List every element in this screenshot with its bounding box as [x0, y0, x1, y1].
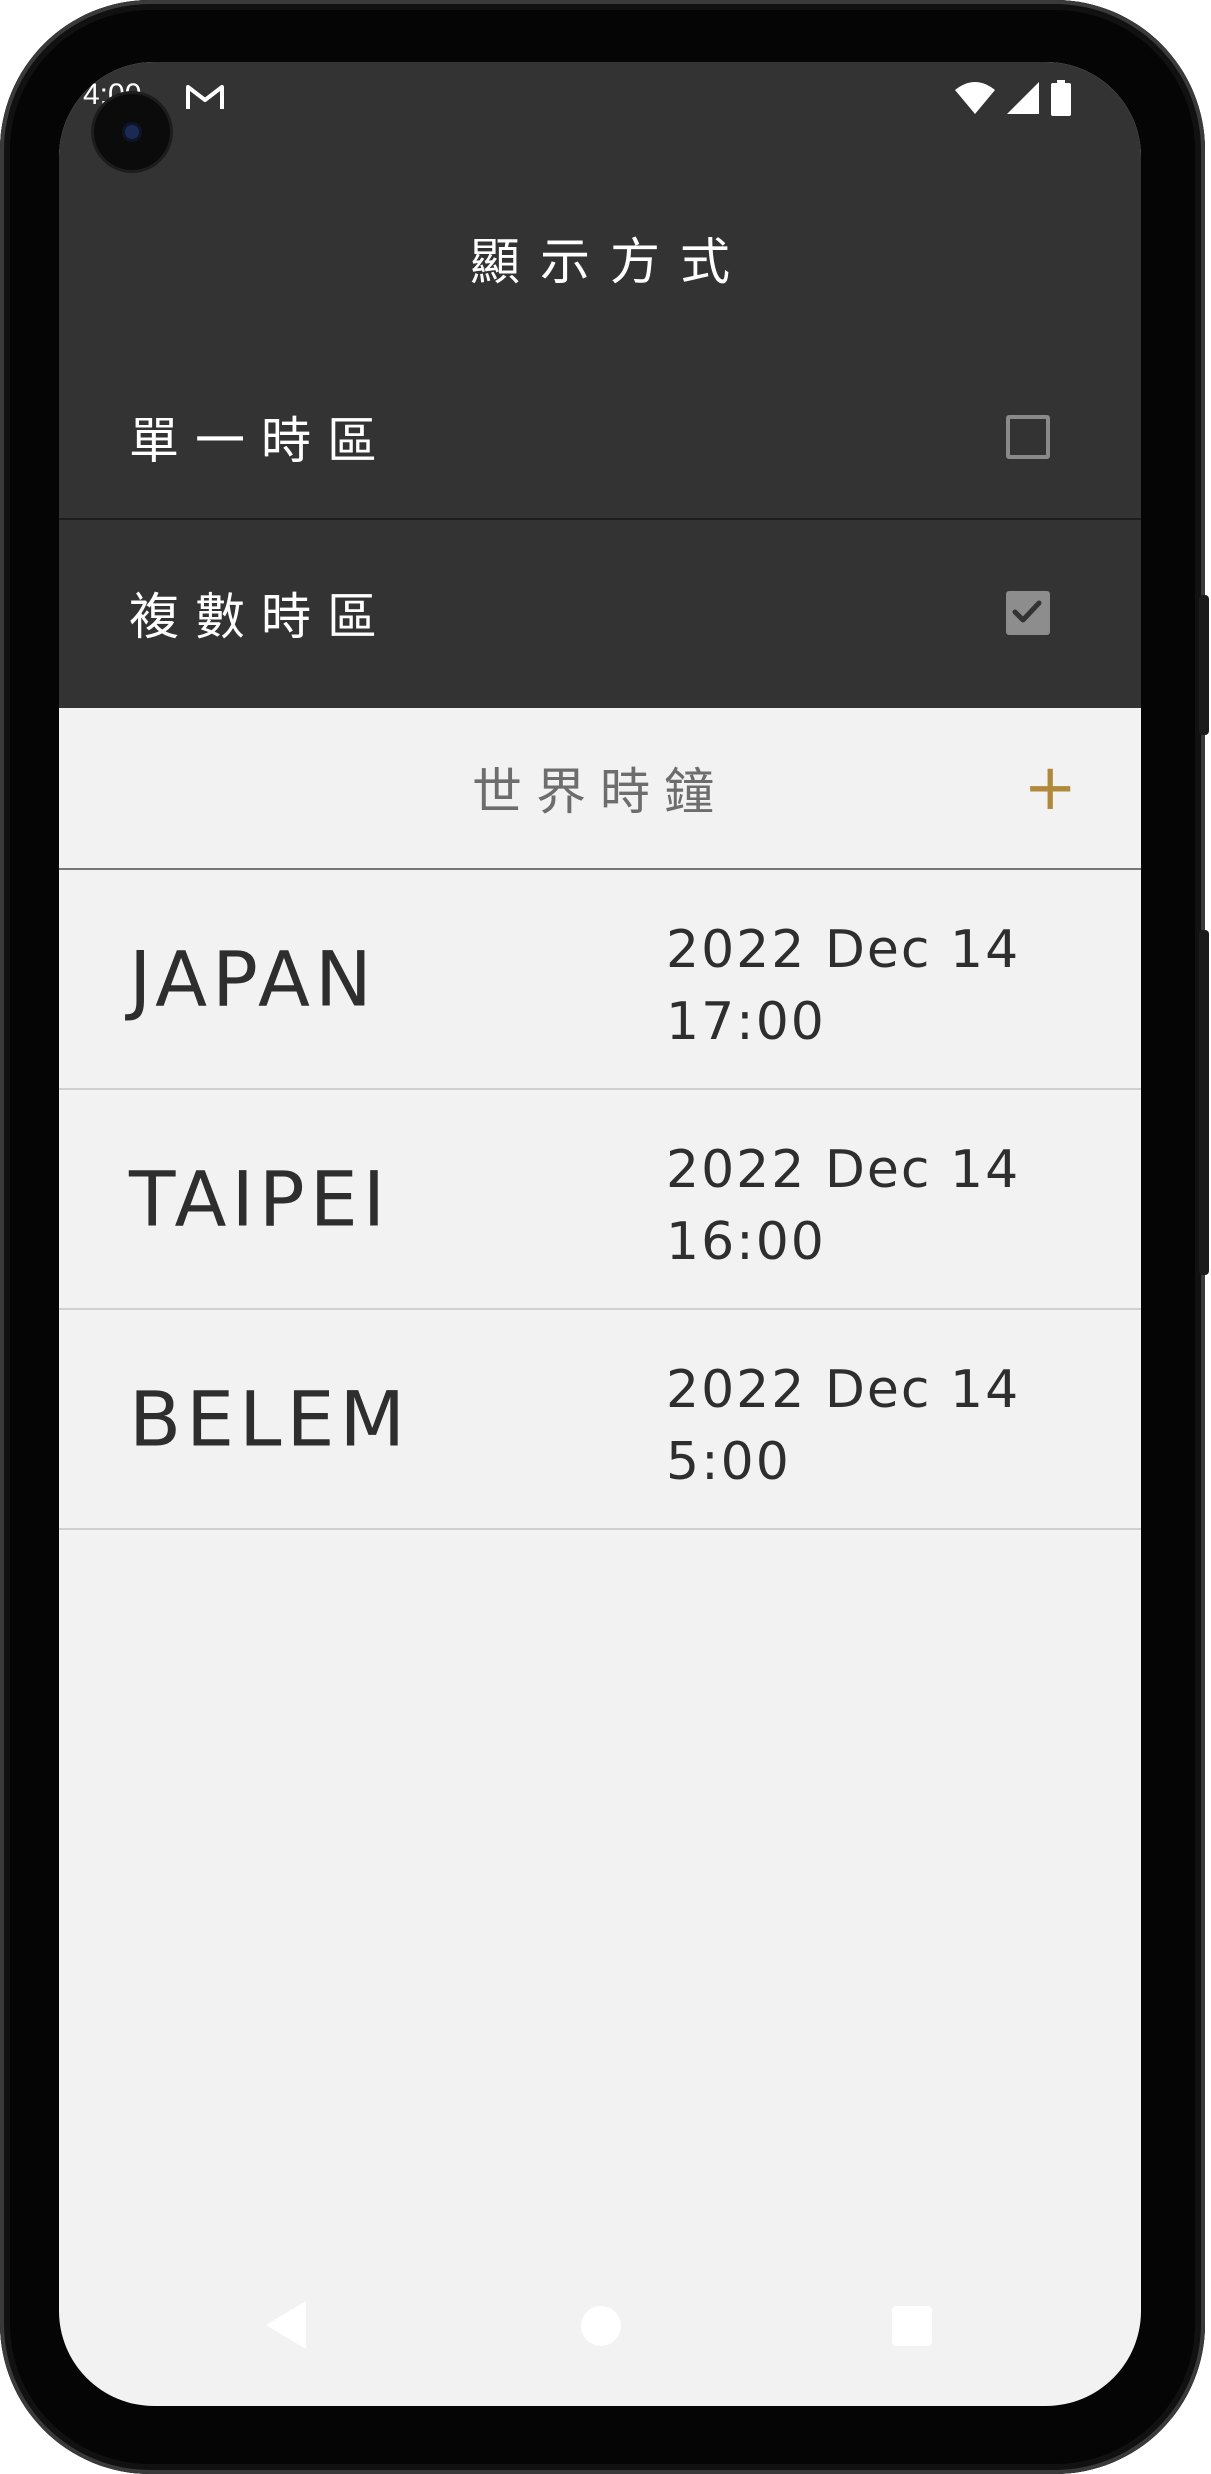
phone-frame: 4:00 顯示方式 單一時區 複數時區 世界時鐘 + JAPAN 2022 De… — [0, 0, 1209, 2474]
checkmark-icon — [1012, 600, 1042, 623]
city-datetime: 2022 Dec 14 17:00 — [666, 914, 1020, 1058]
front-camera — [94, 94, 170, 170]
option-multiple-timezones[interactable]: 複數時區 — [59, 520, 1141, 706]
navigation-bar — [59, 2256, 1141, 2406]
city-name: BELEM — [129, 1374, 411, 1464]
multiple-timezones-checkbox[interactable] — [1006, 591, 1050, 635]
city-time: 16:00 — [666, 1212, 826, 1272]
option-label: 複數時區 — [129, 588, 393, 646]
city-datetime: 2022 Dec 14 5:00 — [666, 1354, 1020, 1498]
single-timezone-checkbox[interactable] — [1006, 415, 1050, 459]
clock-row[interactable]: JAPAN 2022 Dec 14 17:00 — [59, 870, 1141, 1090]
clock-row[interactable]: TAIPEI 2022 Dec 14 16:00 — [59, 1090, 1141, 1310]
clock-row[interactable]: BELEM 2022 Dec 14 5:00 — [59, 1310, 1141, 1530]
battery-icon — [1051, 80, 1071, 116]
status-icons — [955, 80, 1071, 116]
display-mode-title: 顯示方式 — [470, 233, 750, 291]
city-date: 2022 Dec 14 — [666, 1360, 1021, 1420]
volume-button — [1199, 930, 1209, 1275]
back-icon[interactable] — [264, 2299, 308, 2351]
screen: 4:00 顯示方式 單一時區 複數時區 世界時鐘 + JAPAN 2022 De… — [59, 62, 1141, 2406]
power-button — [1199, 595, 1209, 735]
gmail-icon — [186, 85, 224, 109]
option-single-timezone[interactable]: 單一時區 — [59, 354, 1141, 520]
city-name: JAPAN — [129, 934, 377, 1024]
city-time: 5:00 — [666, 1432, 791, 1492]
world-clock-title: 世界時鐘 — [472, 763, 728, 821]
world-clock-header: 世界時鐘 + — [59, 708, 1141, 868]
signal-icon — [1007, 82, 1039, 114]
option-label: 單一時區 — [129, 412, 393, 470]
wifi-icon — [955, 82, 995, 114]
city-time: 17:00 — [666, 992, 826, 1052]
city-name: TAIPEI — [129, 1154, 391, 1244]
home-icon[interactable] — [581, 2306, 621, 2346]
city-date: 2022 Dec 14 — [666, 920, 1021, 980]
city-datetime: 2022 Dec 14 16:00 — [666, 1134, 1020, 1278]
add-city-button[interactable]: + — [1023, 756, 1077, 820]
recents-icon[interactable] — [892, 2306, 932, 2346]
status-bar: 4:00 — [59, 62, 1141, 132]
city-date: 2022 Dec 14 — [666, 1140, 1021, 1200]
